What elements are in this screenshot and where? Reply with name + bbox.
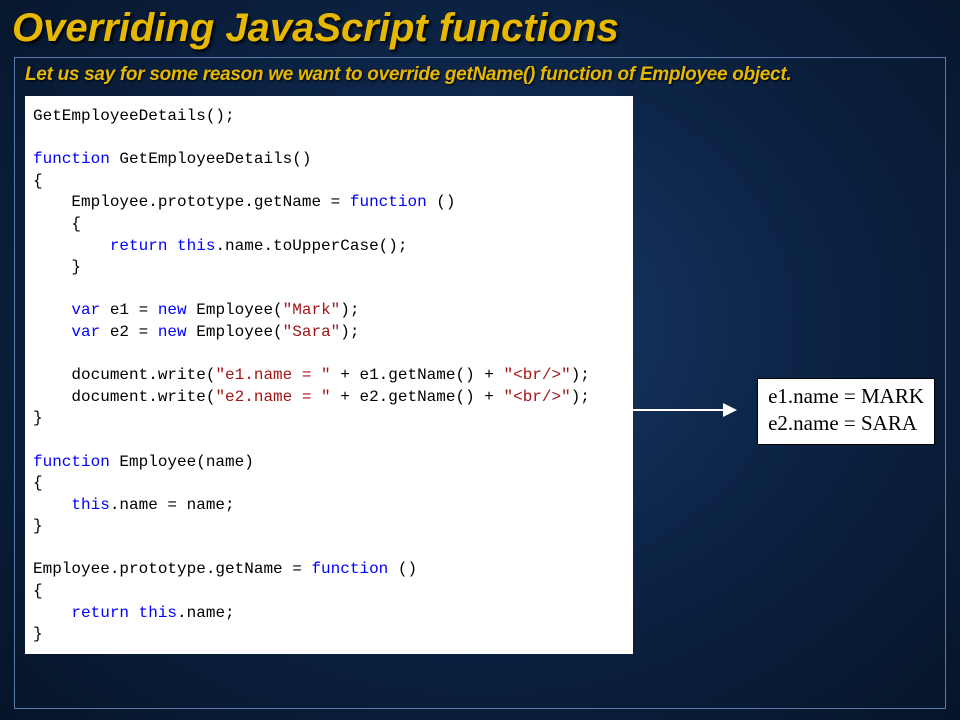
arrow-icon	[633, 403, 741, 417]
output-line-1: e1.name = MARK	[768, 383, 924, 410]
output-line-2: e2.name = SARA	[768, 410, 924, 437]
slide-subtitle: Let us say for some reason we want to ov…	[25, 64, 935, 86]
code-block: GetEmployeeDetails(); function GetEmploy…	[25, 96, 633, 654]
slide-title: Overriding JavaScript functions	[0, 0, 960, 53]
content-frame: Let us say for some reason we want to ov…	[14, 57, 946, 709]
output-box: e1.name = MARK e2.name = SARA	[757, 378, 935, 445]
